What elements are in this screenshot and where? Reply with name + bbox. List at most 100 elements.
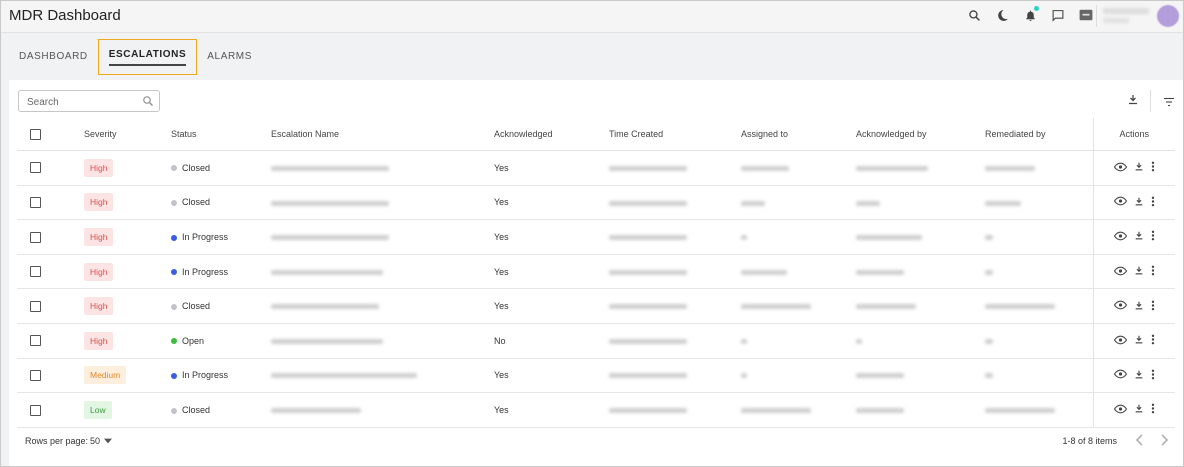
status-text: Open <box>182 335 205 346</box>
status-dot <box>171 338 177 345</box>
status-dot <box>171 234 177 241</box>
row-checkbox[interactable] <box>30 300 41 312</box>
row-download-icon[interactable] <box>1134 334 1144 347</box>
table-row[interactable]: Low Closed Yes <box>17 392 1175 428</box>
row-download-icon[interactable] <box>1134 265 1144 278</box>
acknowledged-by-redacted <box>856 269 904 275</box>
row-checkbox[interactable] <box>30 231 41 243</box>
row-download-icon[interactable] <box>1134 161 1144 174</box>
escalation-name-redacted[interactable] <box>271 269 383 275</box>
user-info[interactable] <box>1103 8 1153 26</box>
escalation-name-redacted[interactable] <box>271 338 383 344</box>
more-vertical-icon[interactable] <box>1151 161 1155 174</box>
acknowledged-value: Yes <box>494 288 609 324</box>
view-eye-icon[interactable] <box>1113 162 1127 174</box>
table-row[interactable]: High Open No <box>17 323 1175 359</box>
next-page-button[interactable] <box>1159 434 1169 448</box>
row-checkbox[interactable] <box>30 266 41 278</box>
rows-per-page-select[interactable]: 50 <box>90 436 113 446</box>
tab-bar: DASHBOARD ESCALATIONS ALARMS <box>9 39 262 79</box>
view-eye-icon[interactable] <box>1113 231 1127 243</box>
view-eye-icon[interactable] <box>1113 196 1127 208</box>
remediated-by-redacted <box>985 373 993 379</box>
table-row[interactable]: High Closed Yes <box>17 288 1175 324</box>
filter-icon[interactable] <box>1163 94 1175 112</box>
rows-per-page-label: Rows per page: <box>25 436 89 446</box>
escalation-name-redacted[interactable] <box>271 165 389 171</box>
tab-escalations[interactable]: ESCALATIONS <box>97 39 198 75</box>
col-escalation-name[interactable]: Escalation Name <box>271 118 494 151</box>
select-all-checkbox[interactable] <box>30 128 41 140</box>
row-download-icon[interactable] <box>1134 300 1144 313</box>
remediated-by-redacted <box>985 235 993 241</box>
col-acknowledged[interactable]: Acknowledged <box>494 118 609 151</box>
escalation-name-redacted[interactable] <box>271 408 361 414</box>
row-download-icon[interactable] <box>1134 369 1144 382</box>
escalation-name-redacted[interactable] <box>271 304 379 310</box>
view-eye-icon[interactable] <box>1113 300 1127 312</box>
bell-icon[interactable] <box>1021 6 1039 24</box>
acknowledged-value: Yes <box>494 185 609 221</box>
row-checkbox[interactable] <box>30 369 41 381</box>
row-checkbox[interactable] <box>30 404 41 416</box>
table-row[interactable]: High Closed Yes <box>17 185 1175 221</box>
table-row[interactable]: High In Progress Yes <box>17 219 1175 255</box>
view-eye-icon[interactable] <box>1113 369 1127 381</box>
avatar[interactable] <box>1157 5 1179 27</box>
sdc-badge-icon[interactable] <box>1077 6 1095 24</box>
acknowledged-value: Yes <box>494 254 609 290</box>
tab-dashboard[interactable]: DASHBOARD <box>9 41 98 79</box>
app-window: MDR Dashboard DASHBOARD ESCALATIONS ALAR… <box>0 0 1184 467</box>
download-icon[interactable] <box>1127 93 1139 111</box>
search-input[interactable] <box>25 94 141 110</box>
more-vertical-icon[interactable] <box>1151 300 1155 313</box>
more-vertical-icon[interactable] <box>1151 334 1155 347</box>
more-vertical-icon[interactable] <box>1151 369 1155 382</box>
acknowledged-by-redacted <box>856 165 928 171</box>
status-text: Closed <box>182 162 211 173</box>
tab-alarms[interactable]: ALARMS <box>197 41 262 79</box>
severity-badge: Medium <box>84 366 127 385</box>
header-actions <box>965 6 1095 24</box>
table-row[interactable]: High In Progress Yes <box>17 254 1175 290</box>
col-status[interactable]: Status <box>171 118 271 151</box>
table-row[interactable]: Medium In Progress Yes <box>17 358 1175 394</box>
time-created-redacted <box>609 338 687 344</box>
status-dot <box>171 407 177 414</box>
chat-icon[interactable] <box>1049 6 1067 24</box>
search-field-icon[interactable] <box>142 94 154 112</box>
col-severity[interactable]: Severity <box>84 118 171 151</box>
escalation-name-redacted[interactable] <box>271 200 389 206</box>
severity-badge: High <box>84 158 114 177</box>
status-text: Closed <box>182 404 211 415</box>
row-checkbox[interactable] <box>30 335 41 347</box>
row-download-icon[interactable] <box>1134 403 1144 416</box>
col-assigned-to[interactable]: Assigned to <box>741 118 856 151</box>
moon-icon[interactable] <box>993 6 1011 24</box>
more-vertical-icon[interactable] <box>1151 196 1155 209</box>
row-checkbox[interactable] <box>30 162 41 174</box>
view-eye-icon[interactable] <box>1113 335 1127 347</box>
assigned-to-redacted <box>741 338 747 344</box>
chevron-down-icon <box>104 438 113 444</box>
more-vertical-icon[interactable] <box>1151 403 1155 416</box>
search-icon[interactable] <box>965 6 983 24</box>
more-vertical-icon[interactable] <box>1151 265 1155 278</box>
status-text: Closed <box>182 197 211 208</box>
more-vertical-icon[interactable] <box>1151 230 1155 243</box>
header-divider <box>1096 5 1097 27</box>
table-header-row: Severity Status Escalation Name Acknowle… <box>17 118 1175 151</box>
escalation-name-redacted[interactable] <box>271 235 389 241</box>
view-eye-icon[interactable] <box>1113 404 1127 416</box>
escalation-name-redacted[interactable] <box>271 373 417 379</box>
row-checkbox[interactable] <box>30 196 41 208</box>
col-time-created[interactable]: Time Created <box>609 118 741 151</box>
view-eye-icon[interactable] <box>1113 266 1127 278</box>
table-row[interactable]: High Closed Yes <box>17 150 1175 186</box>
col-remediated-by[interactable]: Remediated by <box>985 118 1093 151</box>
row-download-icon[interactable] <box>1134 196 1144 209</box>
col-acknowledged-by[interactable]: Acknowledged by <box>856 118 985 151</box>
previous-page-button[interactable] <box>1135 434 1145 448</box>
severity-badge: High <box>84 227 114 246</box>
row-download-icon[interactable] <box>1134 230 1144 243</box>
